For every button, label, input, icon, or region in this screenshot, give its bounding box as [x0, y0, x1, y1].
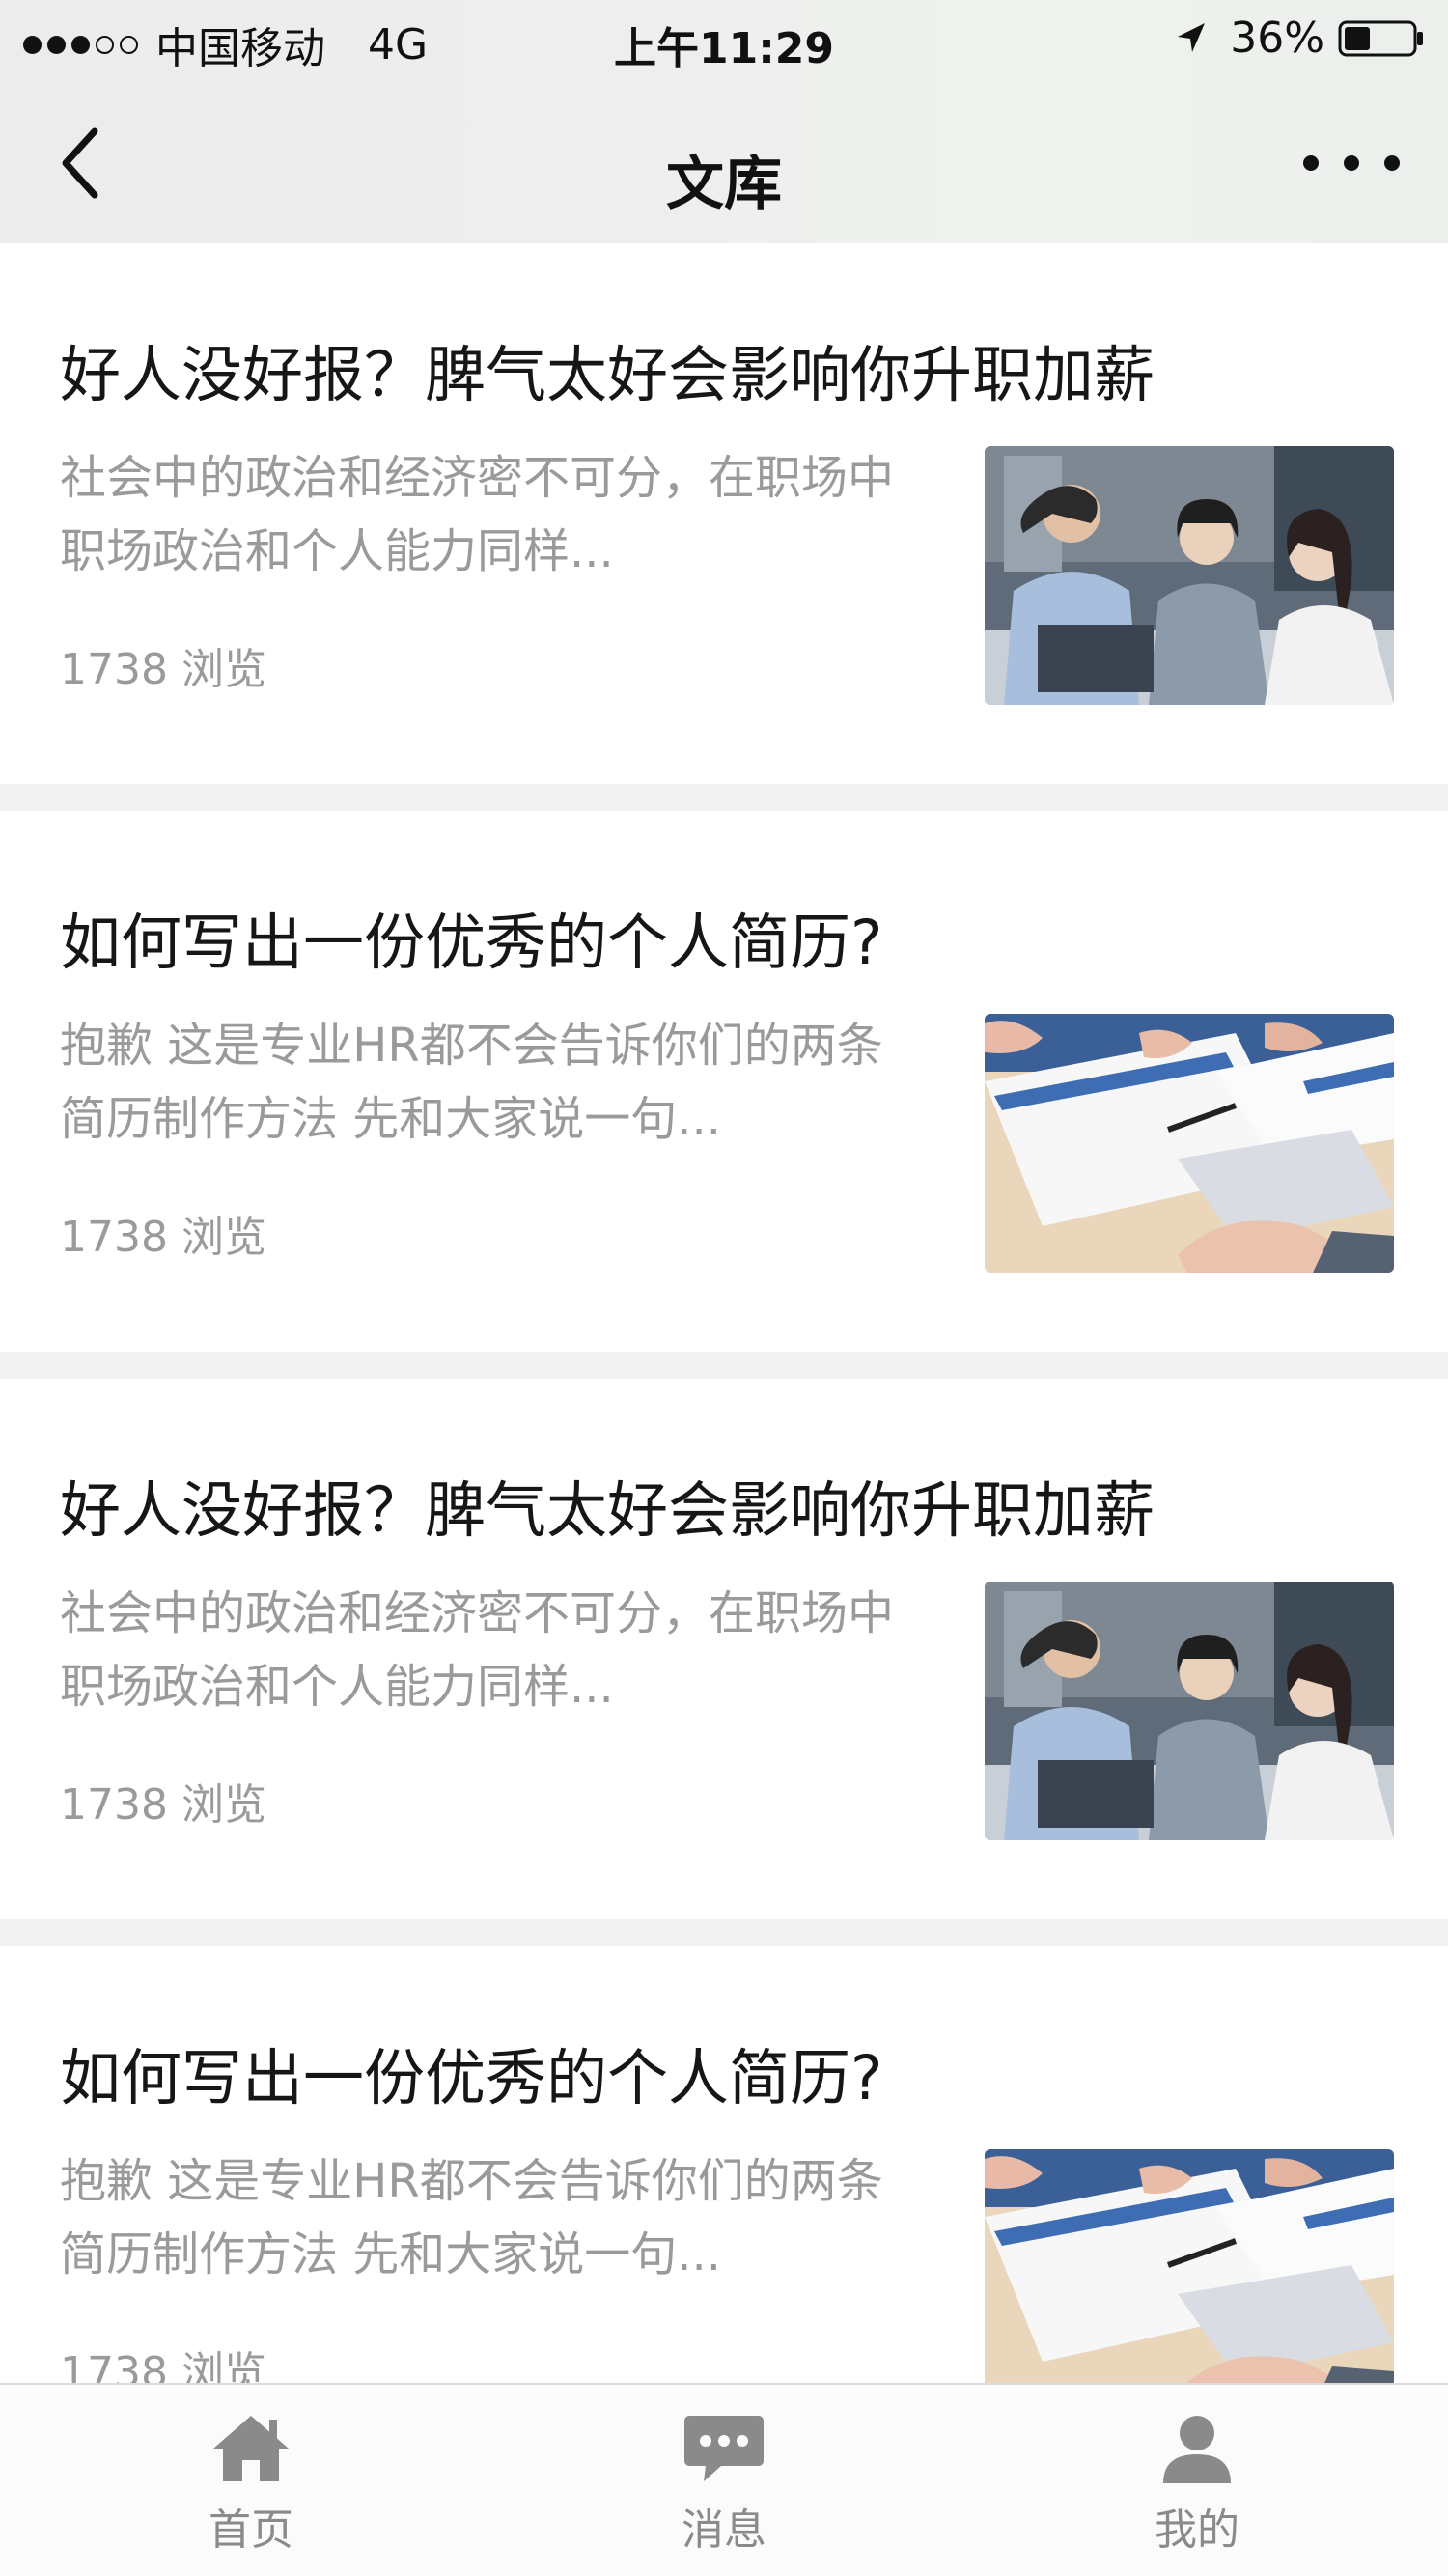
- tab-label: 我的: [1155, 2506, 1239, 2555]
- header: 中国移动 4G 上午11:29 36% 文库: [0, 0, 1448, 243]
- office-team-photo: [985, 1582, 1394, 1840]
- article-views: 1738 浏览: [60, 1213, 266, 1262]
- more-dot: [1384, 155, 1400, 171]
- tab-label: 消息: [682, 2506, 766, 2555]
- tab-label: 首页: [209, 2506, 293, 2555]
- article-card[interactable]: 好人没好报？脾气太好会影响你升职加薪 社会中的政治和经济密不可分，在职场中职场政…: [0, 1379, 1448, 1919]
- article-thumbnail: [985, 1014, 1394, 1273]
- article-summary: 社会中的政治和经济密不可分，在职场中职场政治和个人能力同样...: [60, 451, 895, 578]
- tab-bar: 首页 消息 我的: [0, 2383, 1448, 2576]
- more-dot: [1344, 155, 1359, 171]
- office-team-photo: [985, 446, 1394, 705]
- tab-home[interactable]: 首页: [135, 2412, 367, 2566]
- battery-percent: 36%: [1230, 14, 1324, 63]
- nav-bar: 文库: [0, 81, 1448, 243]
- article-title: 好人没好报？脾气太好会影响你升职加薪: [60, 340, 1155, 410]
- resume-documents-photo: [985, 1014, 1394, 1273]
- home-icon: [213, 2416, 289, 2481]
- article-card[interactable]: 如何写出一份优秀的个人简历? 抱歉 这是专业HR都不会告诉你们的两条简历制作方法…: [0, 811, 1448, 1352]
- article-views: 1738 浏览: [60, 1780, 266, 1830]
- resume-documents-photo: [985, 2149, 1394, 2408]
- message-icon: [684, 2416, 764, 2481]
- more-dot: [1303, 155, 1319, 171]
- article-summary: 抱歉 这是专业HR都不会告诉你们的两条简历制作方法 先和大家说一句...: [60, 2154, 883, 2282]
- article-title: 好人没好报？脾气太好会影响你升职加薪: [60, 1475, 1155, 1546]
- article-card[interactable]: 好人没好报？脾气太好会影响你升职加薪 社会中的政治和经济密不可分，在职场中职场政…: [0, 243, 1448, 784]
- back-button[interactable]: [48, 120, 125, 207]
- location-arrow-icon: [1178, 22, 1206, 52]
- page-title: 文库: [666, 151, 782, 218]
- article-thumbnail: [985, 446, 1394, 705]
- status-bar: 中国移动 4G 上午11:29 36%: [0, 0, 1448, 81]
- article-summary: 社会中的政治和经济密不可分，在职场中职场政治和个人能力同样...: [60, 1586, 895, 1714]
- article-thumbnail: [985, 2149, 1394, 2408]
- article-list: 好人没好报？脾气太好会影响你升职加薪 社会中的政治和经济密不可分，在职场中职场政…: [0, 243, 1448, 2514]
- status-right: 36%: [1172, 14, 1425, 63]
- article-views: 1738 浏览: [60, 645, 266, 694]
- tab-profile[interactable]: 我的: [1081, 2412, 1313, 2566]
- more-menu-button[interactable]: [1303, 139, 1400, 187]
- article-summary: 抱歉 这是专业HR都不会告诉你们的两条简历制作方法 先和大家说一句...: [60, 1019, 883, 1146]
- article-thumbnail: [985, 1582, 1394, 1840]
- article-title: 如何写出一份优秀的个人简历?: [60, 908, 883, 978]
- user-icon: [1163, 2416, 1231, 2483]
- article-title: 如何写出一份优秀的个人简历?: [60, 2043, 883, 2114]
- battery-icon: [1338, 20, 1423, 56]
- tab-messages[interactable]: 消息: [608, 2412, 840, 2566]
